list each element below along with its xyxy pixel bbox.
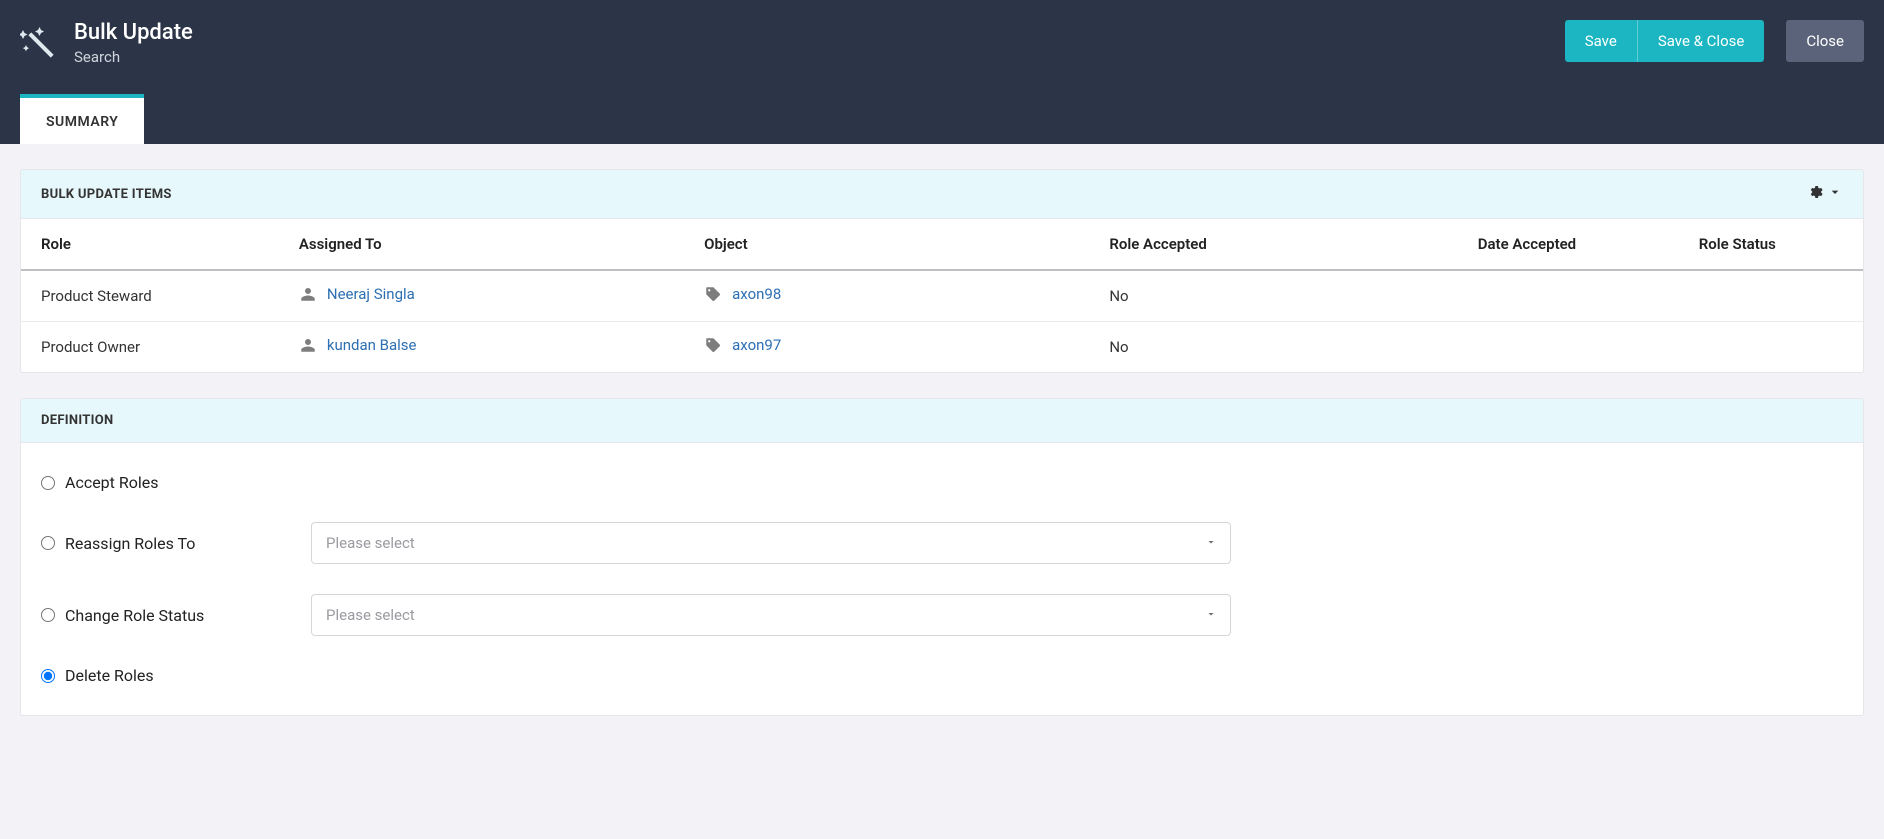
radio-delete-roles[interactable] bbox=[41, 669, 55, 683]
title-group: Bulk Update Search bbox=[20, 20, 193, 66]
select-reassign-display: Please select bbox=[311, 522, 1231, 564]
person-icon bbox=[299, 336, 317, 354]
panel-title-items: BULK UPDATE ITEMS bbox=[41, 187, 172, 202]
radio-change-role-status[interactable] bbox=[41, 608, 55, 622]
col-role: Role bbox=[21, 219, 279, 270]
option-reassign-roles: Reassign Roles To Please select bbox=[41, 522, 1843, 564]
table-row: Product Steward Neeraj Singla bbox=[21, 270, 1863, 322]
tag-icon bbox=[704, 336, 722, 354]
object-link[interactable]: axon97 bbox=[732, 336, 781, 354]
close-button[interactable]: Close bbox=[1786, 20, 1864, 62]
label-reassign-roles[interactable]: Reassign Roles To bbox=[65, 534, 195, 553]
option-accept-roles: Accept Roles bbox=[41, 473, 1843, 492]
panel-header-items: BULK UPDATE ITEMS bbox=[21, 170, 1863, 219]
assigned-to-link[interactable]: Neeraj Singla bbox=[327, 285, 415, 303]
col-date-accepted: Date Accepted bbox=[1458, 219, 1679, 270]
cell-date-accepted bbox=[1458, 270, 1679, 322]
option-delete-roles: Delete Roles bbox=[41, 666, 1843, 685]
cell-role: Product Steward bbox=[21, 270, 279, 322]
cell-object: axon97 bbox=[684, 322, 1089, 373]
panel-title-definition: DEFINITION bbox=[41, 413, 113, 428]
tab-summary[interactable]: SUMMARY bbox=[20, 94, 144, 144]
cell-role-status bbox=[1679, 322, 1863, 373]
radio-accept-roles[interactable] bbox=[41, 476, 55, 490]
table-header-row: Role Assigned To Object Role Accepted Da… bbox=[21, 219, 1863, 270]
save-close-button[interactable]: Save & Close bbox=[1638, 20, 1765, 62]
col-object: Object bbox=[684, 219, 1089, 270]
select-change-status-display: Please select bbox=[311, 594, 1231, 636]
app-header: Bulk Update Search Save Save & Close Clo… bbox=[0, 0, 1884, 144]
cell-role-accepted: No bbox=[1089, 270, 1457, 322]
cell-object: axon98 bbox=[684, 270, 1089, 322]
cell-assigned-to: Neeraj Singla bbox=[279, 270, 684, 322]
cell-role-status bbox=[1679, 270, 1863, 322]
assigned-to-link[interactable]: kundan Balse bbox=[327, 336, 417, 354]
settings-dropdown[interactable] bbox=[1807, 184, 1843, 204]
select-change-status[interactable]: Please select bbox=[311, 594, 1231, 636]
label-delete-roles[interactable]: Delete Roles bbox=[65, 666, 154, 685]
label-change-role-status[interactable]: Change Role Status bbox=[65, 606, 204, 625]
person-icon bbox=[299, 285, 317, 303]
items-table: Role Assigned To Object Role Accepted Da… bbox=[21, 219, 1863, 372]
page-subtitle: Search bbox=[74, 48, 193, 66]
col-assigned-to: Assigned To bbox=[279, 219, 684, 270]
definition-body: Accept Roles Reassign Roles To Please se… bbox=[21, 443, 1863, 715]
tabs-row: SUMMARY bbox=[0, 94, 1884, 144]
col-role-status: Role Status bbox=[1679, 219, 1863, 270]
chevron-down-icon bbox=[1827, 184, 1843, 204]
option-change-role-status: Change Role Status Please select bbox=[41, 594, 1843, 636]
cell-assigned-to: kundan Balse bbox=[279, 322, 684, 373]
tag-icon bbox=[704, 285, 722, 303]
action-buttons: Save Save & Close Close bbox=[1565, 20, 1864, 62]
table-row: Product Owner kundan Balse bbox=[21, 322, 1863, 373]
save-button[interactable]: Save bbox=[1565, 20, 1638, 62]
label-accept-roles[interactable]: Accept Roles bbox=[65, 473, 158, 492]
cell-date-accepted bbox=[1458, 322, 1679, 373]
cell-role: Product Owner bbox=[21, 322, 279, 373]
gear-icon bbox=[1807, 184, 1823, 204]
page-title: Bulk Update bbox=[74, 20, 193, 46]
radio-reassign-roles[interactable] bbox=[41, 536, 55, 550]
select-reassign-to[interactable]: Please select bbox=[311, 522, 1231, 564]
col-role-accepted: Role Accepted bbox=[1089, 219, 1457, 270]
panel-definition: DEFINITION Accept Roles Reassign Roles T… bbox=[20, 398, 1864, 716]
object-link[interactable]: axon98 bbox=[732, 285, 781, 303]
content-area: BULK UPDATE ITEMS Role Assigned To Objec… bbox=[0, 144, 1884, 771]
panel-header-definition: DEFINITION bbox=[21, 399, 1863, 443]
cell-role-accepted: No bbox=[1089, 322, 1457, 373]
wand-icon bbox=[20, 20, 56, 64]
panel-bulk-update-items: BULK UPDATE ITEMS Role Assigned To Objec… bbox=[20, 169, 1864, 373]
